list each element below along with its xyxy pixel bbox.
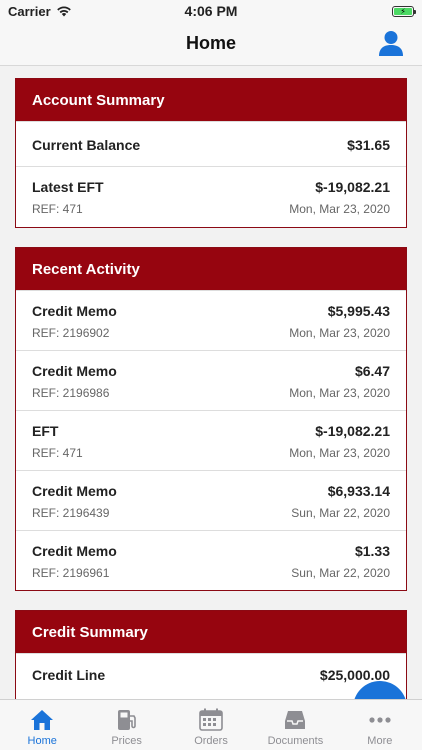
nav-bar: Home xyxy=(0,22,422,66)
latest-eft-line: Latest EFT $-19,082.21 xyxy=(32,167,390,195)
tab-bar: Home Prices Orders Documents More xyxy=(0,699,422,750)
activity-amount: $6,933.14 xyxy=(327,483,390,499)
latest-eft-date: Mon, Mar 23, 2020 xyxy=(289,202,390,216)
tab-documents[interactable]: Documents xyxy=(253,700,337,750)
activity-type: Credit Memo xyxy=(32,483,117,499)
activity-ref: REF: 471 xyxy=(32,446,83,460)
activity-row[interactable]: Credit Memo $6,933.14 REF: 2196439 Sun, … xyxy=(16,470,406,530)
account-summary-header: Account Summary xyxy=(16,79,406,121)
home-content[interactable]: Account Summary Current Balance $31.65 L… xyxy=(0,67,422,699)
current-balance-line: Current Balance $31.65 xyxy=(32,122,390,167)
latest-eft-row[interactable]: Latest EFT $-19,082.21 REF: 471 Mon, Mar… xyxy=(16,166,406,227)
tab-home[interactable]: Home xyxy=(0,700,84,750)
fuel-pump-icon xyxy=(117,710,136,730)
activity-amount: $-19,082.21 xyxy=(315,423,390,439)
latest-eft-ref: REF: 471 xyxy=(32,202,83,216)
activity-date: Mon, Mar 23, 2020 xyxy=(289,446,390,460)
tab-prices[interactable]: Prices xyxy=(84,700,168,750)
battery-icon: ⚡ xyxy=(392,5,416,17)
credit-summary-card: Credit Summary Credit Line $25,000.00 xyxy=(15,610,407,699)
current-balance-row[interactable]: Current Balance $31.65 xyxy=(16,121,406,166)
activity-row[interactable]: Credit Memo $5,995.43 REF: 2196902 Mon, … xyxy=(16,290,406,350)
activity-subline: REF: 2196986 Mon, Mar 23, 2020 xyxy=(32,379,390,400)
activity-ref: REF: 2196961 xyxy=(32,566,110,580)
activity-type: Credit Memo xyxy=(32,363,117,379)
activity-line: Credit Memo $1.33 xyxy=(32,531,390,559)
activity-date: Sun, Mar 22, 2020 xyxy=(291,566,390,580)
current-balance-label: Current Balance xyxy=(32,136,141,153)
status-time: 4:06 PM xyxy=(184,3,238,19)
activity-line: Credit Memo $6,933.14 xyxy=(32,471,390,499)
page-title: Home xyxy=(185,33,236,53)
latest-eft-value: $-19,082.21 xyxy=(315,179,390,195)
tab-orders[interactable]: Orders xyxy=(169,700,253,750)
credit-line-row[interactable]: Credit Line $25,000.00 xyxy=(16,653,406,695)
profile-icon[interactable] xyxy=(376,28,406,58)
inbox-tray-icon xyxy=(285,711,306,729)
activity-row[interactable]: Credit Memo $1.33 REF: 2196961 Sun, Mar … xyxy=(16,530,406,590)
activity-ref: REF: 2196902 xyxy=(32,326,110,340)
latest-eft-label: Latest EFT xyxy=(32,179,104,195)
activity-line: Credit Memo $5,995.43 xyxy=(32,291,390,319)
activity-subline: REF: 2196439 Sun, Mar 22, 2020 xyxy=(32,499,390,520)
activity-type: Credit Memo xyxy=(32,543,117,559)
activity-line: EFT $-19,082.21 xyxy=(32,411,390,439)
activity-ref: REF: 2196986 xyxy=(32,386,110,400)
activity-subline: REF: 471 Mon, Mar 23, 2020 xyxy=(32,439,390,460)
tab-home-label: Home xyxy=(27,735,57,747)
ellipsis-icon xyxy=(369,717,391,723)
activity-amount: $6.47 xyxy=(354,363,390,379)
activity-date: Mon, Mar 23, 2020 xyxy=(289,326,390,340)
current-balance-value: $31.65 xyxy=(347,136,390,153)
activity-subline: REF: 2196961 Sun, Mar 22, 2020 xyxy=(32,559,390,580)
credit-line-line: Credit Line $25,000.00 xyxy=(32,654,390,696)
tab-orders-label: Orders xyxy=(194,735,228,747)
credit-line-label: Credit Line xyxy=(32,667,106,683)
status-bar: Carrier 4:06 PM ⚡ xyxy=(0,0,422,22)
tab-documents-label: Documents xyxy=(267,735,324,747)
activity-subline: REF: 2196902 Mon, Mar 23, 2020 xyxy=(32,319,390,340)
activity-date: Mon, Mar 23, 2020 xyxy=(289,386,390,400)
activity-row[interactable]: EFT $-19,082.21 REF: 471 Mon, Mar 23, 20… xyxy=(16,410,406,470)
tab-more[interactable]: More xyxy=(338,700,422,750)
activity-amount: $5,995.43 xyxy=(327,303,390,319)
calendar-icon xyxy=(199,708,223,731)
latest-eft-subline: REF: 471 Mon, Mar 23, 2020 xyxy=(32,195,390,216)
battery-fill: ⚡ xyxy=(394,7,412,16)
activity-type: EFT xyxy=(32,423,59,439)
activity-line: Credit Memo $6.47 xyxy=(32,351,390,379)
activity-row[interactable]: Credit Memo $6.47 REF: 2196986 Mon, Mar … xyxy=(16,350,406,410)
house-icon xyxy=(31,710,54,730)
credit-summary-header: Credit Summary xyxy=(16,611,406,653)
activity-type: Credit Memo xyxy=(32,303,117,319)
activity-ref: REF: 2196439 xyxy=(32,506,110,520)
recent-activity-card: Recent Activity Credit Memo $5,995.43 RE… xyxy=(15,247,407,591)
tab-prices-label: Prices xyxy=(111,735,142,747)
activity-date: Sun, Mar 22, 2020 xyxy=(291,506,390,520)
activity-amount: $1.33 xyxy=(354,543,390,559)
recent-activity-header: Recent Activity xyxy=(16,248,406,290)
tab-more-label: More xyxy=(367,735,393,747)
account-summary-card: Account Summary Current Balance $31.65 L… xyxy=(15,78,407,228)
